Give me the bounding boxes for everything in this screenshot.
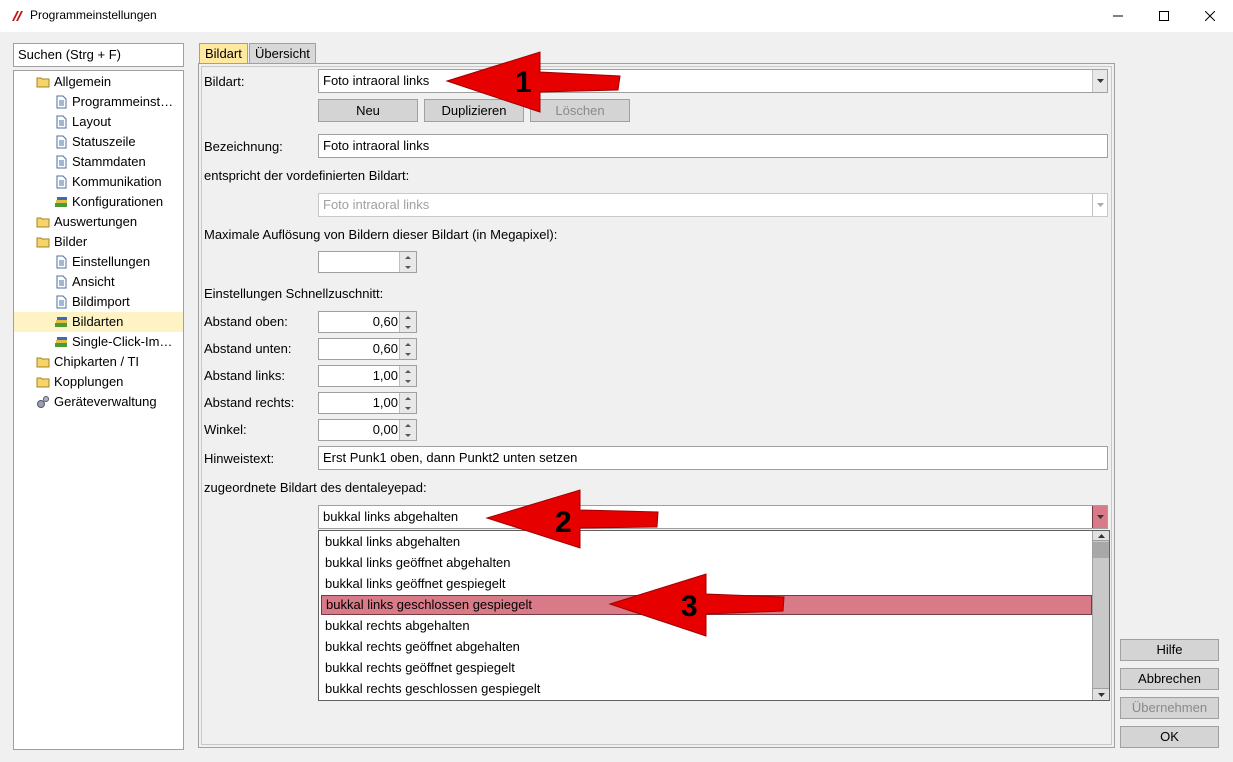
annotation-overlay xyxy=(445,51,785,637)
annotation-arrow-1 xyxy=(445,51,621,113)
annotation-number-2: 2 xyxy=(555,506,572,539)
annotation-number-3: 3 xyxy=(681,590,698,623)
annotation-number-1: 1 xyxy=(515,66,532,99)
annotation-arrow-2 xyxy=(485,489,659,549)
